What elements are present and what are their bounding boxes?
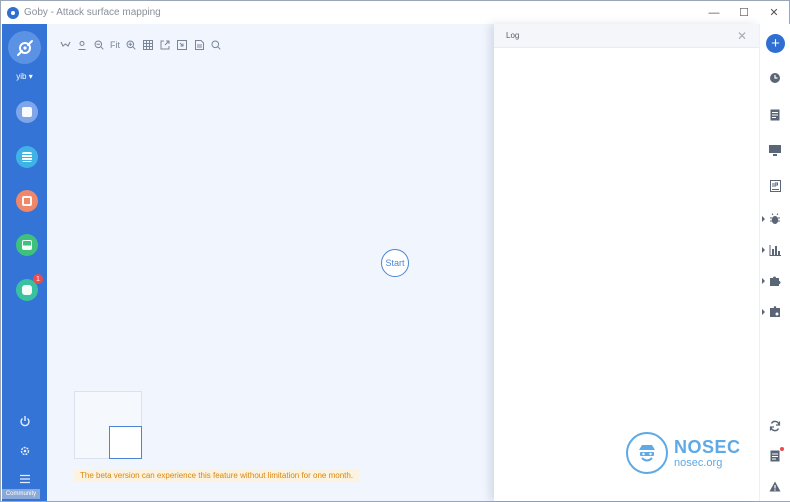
start-button[interactable]: Start [381,249,409,277]
log-title: Log [506,31,520,40]
nosec-logo-icon [626,432,668,474]
power-icon[interactable] [17,413,33,429]
search-icon[interactable] [210,39,222,51]
maximize-button[interactable]: ☐ [729,1,759,24]
title-bar: Goby - Attack surface mapping — ☐ ✕ [1,1,789,24]
user-menu[interactable]: yib ▾ [2,72,47,81]
expand-arrow-icon[interactable] [762,216,765,222]
logo-icon [16,39,33,56]
chart-icon [22,240,32,250]
zoom-out-icon[interactable] [93,39,105,51]
canvas-toolbar: Fit [59,39,222,51]
expand-arrow-icon[interactable] [762,278,765,284]
sidebar-item-list[interactable] [16,146,38,168]
bug-icon[interactable] [768,212,782,226]
community-button[interactable]: Community [2,489,40,499]
settings-gear-icon[interactable] [17,443,33,459]
goby-window: Goby - Attack surface mapping — ☐ ✕ yib … [0,0,790,502]
menu-icon[interactable] [17,471,33,487]
log-panel: Log ✕ NOSEC nosec.org [494,24,759,501]
sidebar-item-vulnerabilities[interactable] [16,190,38,212]
goby-app-icon [7,6,19,19]
document-icon[interactable] [193,39,205,51]
close-window-button[interactable]: ✕ [759,1,789,24]
vuln-icon [22,196,32,206]
user-name: yib [16,72,27,81]
sidebar-item-reports[interactable] [16,234,38,256]
close-icon[interactable]: ✕ [737,29,747,43]
left-sidebar: yib ▾ 1 Community [2,24,47,501]
expand-arrow-icon[interactable] [762,247,765,253]
chevron-down-icon: ▾ [28,72,33,81]
nosec-watermark: NOSEC nosec.org [626,432,741,474]
minimize-button[interactable]: — [699,1,729,24]
plugin-icon [22,285,32,295]
log-header: Log ✕ [494,24,759,48]
bar-chart-icon[interactable] [768,243,782,257]
warning-icon[interactable] [768,479,782,493]
notification-badge: 1 [33,274,43,284]
asset-icon [22,107,32,117]
import-icon[interactable] [176,39,188,51]
history-clock-icon[interactable] [768,71,782,85]
ip-icon[interactable] [768,179,782,193]
monitor-icon[interactable] [768,143,782,157]
user-icon[interactable] [76,39,88,51]
add-button[interactable]: + [766,34,785,53]
minimap-viewport[interactable] [109,426,142,459]
zoom-in-icon[interactable] [125,39,137,51]
beta-notice: The beta version can experience this fea… [74,470,360,482]
export-icon[interactable] [159,39,171,51]
collapse-icon[interactable] [59,39,71,51]
minimap[interactable] [74,391,142,459]
graph-canvas[interactable]: Fit Start The beta version can experienc… [47,24,494,501]
sidebar-item-plugins[interactable]: 1 [16,274,43,301]
right-toolbar: + [759,24,790,501]
unread-dot [780,447,784,451]
puzzle-icon[interactable] [768,274,782,288]
sidebar-item-assets[interactable] [16,101,38,123]
nosec-wordmark: NOSEC nosec.org [674,438,741,469]
extension-icon[interactable] [768,305,782,319]
refresh-icon[interactable] [768,419,782,433]
nosec-name: NOSEC [674,436,741,457]
grid-icon[interactable] [142,39,154,51]
list-icon [22,152,32,162]
expand-arrow-icon[interactable] [762,309,765,315]
report-icon[interactable] [768,108,782,122]
window-title: Goby - Attack surface mapping [24,7,161,18]
nosec-site: nosec.org [674,456,723,469]
notification-document-icon[interactable] [768,447,784,463]
goby-logo[interactable] [8,31,41,64]
window-controls: — ☐ ✕ [699,1,789,24]
fit-button[interactable]: Fit [110,40,120,50]
